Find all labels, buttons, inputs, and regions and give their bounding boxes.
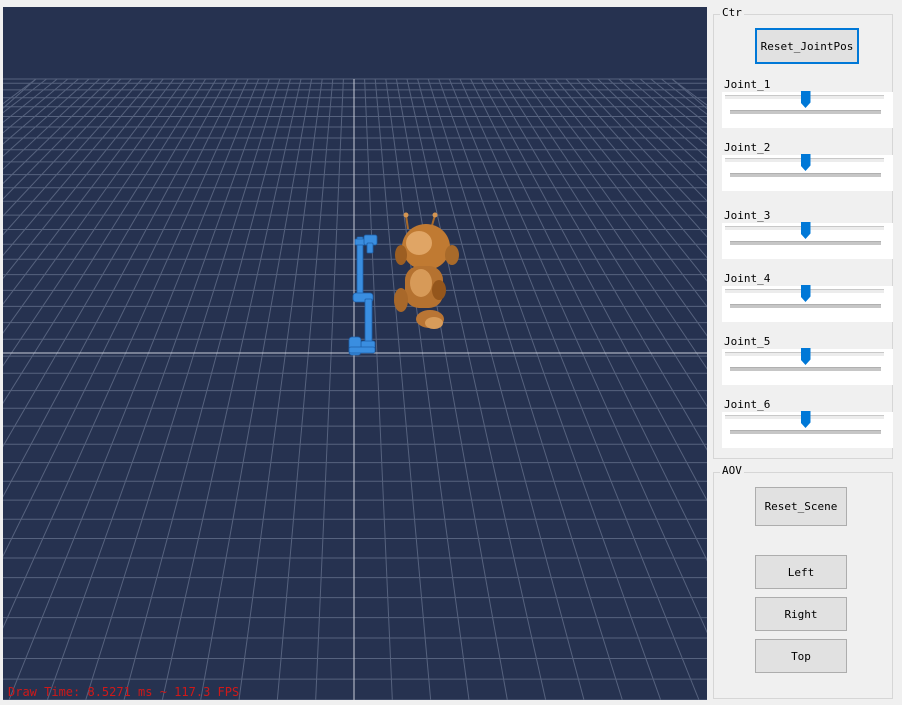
grid-line bbox=[3, 78, 196, 367]
joint-4-label: Joint_4 bbox=[724, 272, 771, 285]
aov-group: AOV Reset_Scene Left Right Top bbox=[713, 464, 893, 699]
grid-line bbox=[597, 78, 707, 187]
world-axes bbox=[3, 79, 707, 700]
joint-2-slider[interactable] bbox=[722, 154, 893, 191]
joint-1-label: Joint_1 bbox=[724, 78, 771, 91]
joint-2-track bbox=[730, 173, 881, 177]
joint-6-control: Joint_6 bbox=[722, 398, 893, 450]
grid-line bbox=[395, 78, 508, 700]
grid-line bbox=[671, 78, 707, 106]
ctr-group: Ctr Reset_JointPos Joint_1 Joint_2 Joint… bbox=[713, 6, 893, 459]
joint-5-label: Joint_5 bbox=[724, 335, 771, 348]
grid-line bbox=[3, 78, 207, 404]
grid-line bbox=[200, 78, 313, 700]
reset-joint-pos-button[interactable]: Reset_JointPos bbox=[755, 28, 859, 64]
view-right-button[interactable]: Right bbox=[755, 597, 847, 631]
grid-line bbox=[3, 78, 132, 217]
joint-5-track bbox=[730, 367, 881, 371]
joint-4-slider-thumb[interactable] bbox=[800, 285, 811, 302]
grid-line bbox=[3, 78, 47, 114]
reset-scene-button[interactable]: Reset_Scene bbox=[755, 487, 847, 526]
grid-line bbox=[544, 78, 707, 282]
grid-line bbox=[8, 78, 260, 700]
joint-3-slider-thumb[interactable] bbox=[800, 222, 811, 239]
grid-line bbox=[523, 78, 707, 337]
scene-canvas[interactable] bbox=[3, 7, 707, 700]
grid-line bbox=[438, 78, 662, 700]
grid-line bbox=[661, 78, 707, 115]
joint-3-slider[interactable] bbox=[722, 222, 893, 259]
ctr-group-title: Ctr bbox=[720, 6, 744, 19]
grid-line bbox=[123, 78, 291, 700]
grid-line bbox=[3, 78, 164, 280]
grid-line bbox=[417, 78, 585, 700]
joint-6-track bbox=[730, 430, 881, 434]
grid-line bbox=[46, 78, 270, 700]
view-left-button[interactable]: Left bbox=[755, 555, 847, 589]
floor-grid bbox=[3, 78, 707, 700]
grid-line bbox=[3, 78, 185, 334]
grid-line bbox=[459, 78, 707, 634]
joint-3-control: Joint_3 bbox=[722, 209, 893, 261]
joint-6-slider-thumb[interactable] bbox=[800, 411, 811, 428]
grid-line bbox=[3, 78, 153, 257]
grid-line bbox=[576, 78, 707, 219]
joint-4-control: Joint_4 bbox=[722, 272, 893, 324]
joint-2-control: Joint_2 bbox=[722, 141, 893, 193]
joint-1-track bbox=[730, 110, 881, 114]
grid-line bbox=[565, 78, 707, 238]
grid-line bbox=[3, 78, 143, 236]
view-top-button[interactable]: Top bbox=[755, 639, 847, 673]
grid-line bbox=[480, 78, 707, 502]
joint-5-control: Joint_5 bbox=[722, 335, 893, 387]
grid-line bbox=[555, 78, 707, 259]
joint-5-slider-thumb[interactable] bbox=[800, 348, 811, 365]
joint-4-slider[interactable] bbox=[722, 285, 893, 322]
3d-viewport[interactable]: Draw Time: 8.5271 ms ~ 117.3 FPS bbox=[3, 7, 707, 700]
aov-group-title: AOV bbox=[720, 464, 744, 477]
joint-2-label: Joint_2 bbox=[724, 141, 771, 154]
robot-arm-model bbox=[348, 234, 378, 356]
grid-line bbox=[3, 78, 249, 629]
draw-time-status: Draw Time: 8.5271 ms ~ 117.3 FPS bbox=[8, 685, 240, 699]
grid-line bbox=[315, 78, 344, 700]
joint-1-slider-thumb[interactable] bbox=[800, 91, 811, 108]
joint-1-control: Joint_1 bbox=[722, 78, 893, 130]
grid-line bbox=[512, 78, 707, 370]
joint-6-label: Joint_6 bbox=[724, 398, 771, 411]
joint-1-slider[interactable] bbox=[722, 91, 893, 128]
grid-line bbox=[491, 78, 707, 451]
grid-line bbox=[364, 78, 393, 700]
grid-line bbox=[276, 78, 334, 700]
joint-2-slider-thumb[interactable] bbox=[800, 154, 811, 171]
grid-line bbox=[448, 78, 700, 700]
grid-line bbox=[3, 78, 37, 105]
joint-3-track bbox=[730, 241, 881, 245]
joint-4-track bbox=[730, 304, 881, 308]
joint-5-slider[interactable] bbox=[722, 348, 893, 385]
grid-line bbox=[3, 78, 111, 185]
grid-line bbox=[374, 78, 432, 700]
grid-line bbox=[3, 78, 238, 558]
joint-6-slider[interactable] bbox=[722, 411, 893, 448]
joint-3-label: Joint_3 bbox=[724, 209, 771, 222]
